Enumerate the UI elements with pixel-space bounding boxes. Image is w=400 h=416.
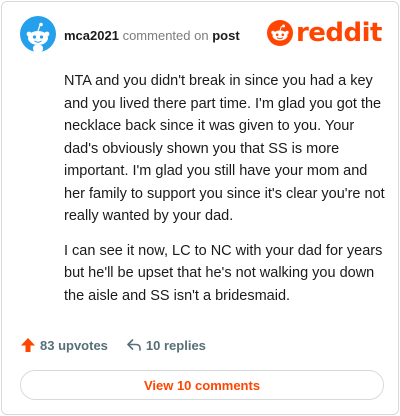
comment-paragraph: I can see it now, LC to NC with your dad… bbox=[64, 242, 383, 304]
view-comments-button[interactable]: View 10 comments bbox=[20, 370, 384, 400]
comment-header: mca2021 commented on post reddit bbox=[20, 16, 383, 56]
reddit-wordmark: reddit bbox=[295, 18, 383, 48]
comment-paragraph: NTA and you didn't break in since you ha… bbox=[64, 73, 385, 224]
action-text: commented on bbox=[122, 28, 209, 43]
replies-stat[interactable]: 10 replies bbox=[126, 337, 206, 353]
post-link[interactable]: post bbox=[212, 28, 239, 43]
comment-body: NTA and you didn't break in since you ha… bbox=[64, 70, 386, 307]
upvotes-count: 83 upvotes bbox=[40, 337, 108, 353]
upvote-arrow-icon bbox=[21, 338, 35, 352]
reddit-logo[interactable]: reddit bbox=[266, 18, 383, 48]
comment-stats: 83 upvotes 10 replies bbox=[20, 335, 206, 355]
upvotes-stat[interactable]: 83 upvotes bbox=[20, 337, 108, 353]
username-link[interactable]: mca2021 bbox=[64, 28, 119, 43]
snoo-avatar-icon[interactable] bbox=[20, 16, 56, 52]
comment-card: mca2021 commented on post reddit NTA and… bbox=[1, 1, 399, 415]
reddit-snoo-icon bbox=[266, 20, 293, 46]
replies-count: 10 replies bbox=[145, 337, 206, 353]
reply-arrow-icon bbox=[127, 339, 141, 351]
comment-byline: mca2021 commented on post bbox=[64, 28, 240, 43]
